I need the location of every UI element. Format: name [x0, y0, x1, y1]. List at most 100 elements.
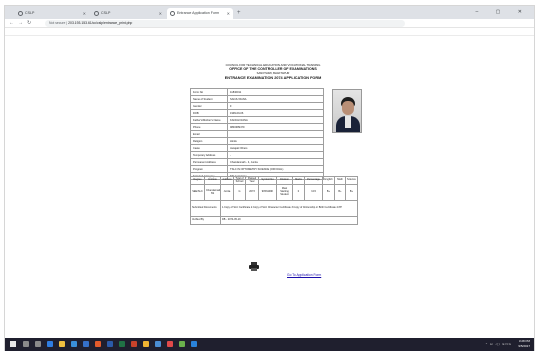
media-icon[interactable]	[167, 341, 173, 347]
field-value: 9846389479	[227, 123, 324, 131]
table-row: SEE/SLC Chandannath SS Jumla G 2073 9053449K M…	[190, 184, 358, 201]
documents-value: 1.Copy of SLC Certificate 2.Copy of SLC …	[220, 200, 358, 217]
form-field-row: Temporary Address -	[190, 151, 324, 159]
documents-label: Submitted Documents	[190, 200, 221, 217]
forward-icon[interactable]: →	[18, 19, 23, 28]
notes-icon[interactable]	[179, 341, 185, 347]
form-field-row: Permanent Address Chandannath - 4, Jumla	[190, 158, 324, 166]
windows-start-icon[interactable]	[10, 341, 16, 347]
field-value: F	[227, 102, 324, 110]
field-value	[227, 130, 324, 138]
extension-icons	[409, 21, 493, 34]
system-tray-icons[interactable]: ^ ⊟ ◁) ENG	[486, 342, 512, 347]
address-bar-row: ← → ↻ Not secure | 203.193.153.61/cc/csl…	[5, 19, 534, 34]
form-field-row: Email	[190, 130, 324, 138]
office-icon[interactable]	[95, 341, 101, 347]
bookmarks-bar: AppsCSLPCSLPplaylist.comDOEECWBPLENew Us…	[5, 28, 534, 36]
back-icon[interactable]: ←	[9, 19, 14, 28]
field-label: DOB	[190, 109, 228, 117]
settings-icon[interactable]	[191, 341, 197, 347]
close-tab-icon[interactable]: ✕	[83, 8, 86, 19]
field-value: Janajati Others	[227, 144, 324, 152]
window-controls[interactable]: – ▢ ✕	[476, 7, 530, 18]
tab-cslp-1[interactable]: CSLP ✕	[15, 8, 89, 19]
field-label: Temporary Address	[190, 151, 228, 159]
tab-entrance-application[interactable]: Entrance Application Form ✕	[167, 8, 233, 19]
documents-row: Submitted Documents 1.Copy of SLC Certif…	[190, 200, 358, 217]
field-label: Permanent Address	[190, 158, 228, 166]
student-photo	[332, 89, 362, 133]
table-cell: SEE/SLC	[190, 184, 205, 201]
table-cell: B+	[322, 184, 335, 201]
field-value: TSLC IN OPTOMETRY SCIENCE (OFFICIAL)	[227, 165, 324, 173]
address-input[interactable]: Not secure | 203.193.153.61/cc/cslp/entr…	[45, 20, 405, 27]
form-field-row: Religion Hindu	[190, 137, 324, 145]
field-label: Phone	[190, 123, 228, 131]
printer-icon[interactable]	[249, 262, 259, 271]
close-tab-icon[interactable]: ✕	[159, 8, 162, 19]
field-label: Father's/Mother's Name	[190, 116, 228, 124]
search-icon[interactable]	[23, 341, 29, 347]
page-content: COUNCIL FOR TECHNICAL EDUCATION AND VOCA…	[5, 37, 534, 338]
tab-cslp-2[interactable]: CSLP ✕	[91, 8, 165, 19]
store-icon[interactable]	[71, 341, 77, 347]
verified-label: Verified By	[190, 216, 221, 225]
clock-date: 9/5/2017	[518, 344, 530, 348]
powerpoint-icon[interactable]	[131, 341, 137, 347]
go-to-application-form-link[interactable]: Go To Application Form	[287, 273, 321, 277]
form-field-row: DOB 1999-09-06	[190, 109, 324, 117]
new-tab-button[interactable]: +	[237, 8, 241, 19]
table-cell: Jumla	[220, 184, 234, 201]
task-view-icon[interactable]	[35, 341, 41, 347]
excel-icon[interactable]	[119, 341, 125, 347]
form-header: COUNCIL FOR TECHNICAL EDUCATION AND VOCA…	[188, 63, 358, 81]
mail-icon[interactable]	[83, 341, 89, 347]
table-cell: Maxi Starting Student	[276, 184, 293, 201]
column-header: Degree	[190, 176, 205, 185]
column-header: Division	[276, 176, 293, 185]
form-field-row: Program TSLC IN OPTOMETRY SCIENCE (OFFICI…	[190, 165, 324, 173]
table-cell: 2073	[245, 184, 259, 201]
chrome-icon[interactable]	[143, 341, 149, 347]
field-label: Email	[190, 130, 228, 138]
table-cell: B+	[334, 184, 346, 201]
field-label: Gender	[190, 102, 228, 110]
form-field-row: Name of Student SANJU RANA	[190, 95, 324, 103]
column-header: Address	[220, 176, 234, 185]
globe-icon	[94, 10, 99, 16]
field-label: Program	[190, 165, 228, 173]
table-cell: 3.15	[304, 184, 323, 201]
photos-icon[interactable]	[155, 341, 161, 347]
column-header: Symbol No	[258, 176, 277, 185]
form-field-row: Gender F	[190, 102, 324, 110]
table-cell: 0	[292, 184, 305, 201]
table-cell: Chandannath SS	[204, 184, 221, 201]
word-icon[interactable]	[107, 341, 113, 347]
explorer-icon[interactable]	[59, 341, 65, 347]
column-header: Math	[334, 176, 346, 185]
field-value: 11840011	[227, 88, 324, 96]
student-info-table: Form No 11840011 Name of Student SANJU RANA…	[190, 88, 324, 180]
table-cell: B+	[345, 184, 358, 201]
form-field-row: Form No 11840011	[190, 88, 324, 96]
field-value: KANCHI RANA	[227, 116, 324, 124]
education-details-table: Degree Institute Address Type of School Pass…	[190, 176, 358, 225]
column-header: Type of School	[233, 176, 246, 185]
reload-icon[interactable]: ↻	[27, 19, 31, 28]
column-header: Marks	[292, 176, 305, 185]
verified-value: DB - 2074-05-19	[220, 216, 358, 225]
column-header: Science	[345, 176, 358, 185]
close-tab-icon[interactable]: ✕	[227, 8, 230, 19]
column-header: English	[322, 176, 335, 185]
edge-icon[interactable]	[47, 341, 53, 347]
tab-strip: CSLP ✕ CSLP ✕ Entrance Application Form …	[5, 6, 534, 19]
column-header: Institute	[204, 176, 221, 185]
field-value: Hindu	[227, 137, 324, 145]
field-value: 1999-09-06	[227, 109, 324, 117]
browser-window: CSLP ✕ CSLP ✕ Entrance Application Form …	[4, 5, 535, 351]
globe-icon	[170, 10, 175, 16]
globe-icon	[18, 10, 23, 16]
field-value: -	[227, 151, 324, 159]
form-field-row: Father's/Mother's Name KANCHI RANA	[190, 116, 324, 124]
clock[interactable]: 3:28 PM 9/5/2017	[518, 339, 530, 349]
